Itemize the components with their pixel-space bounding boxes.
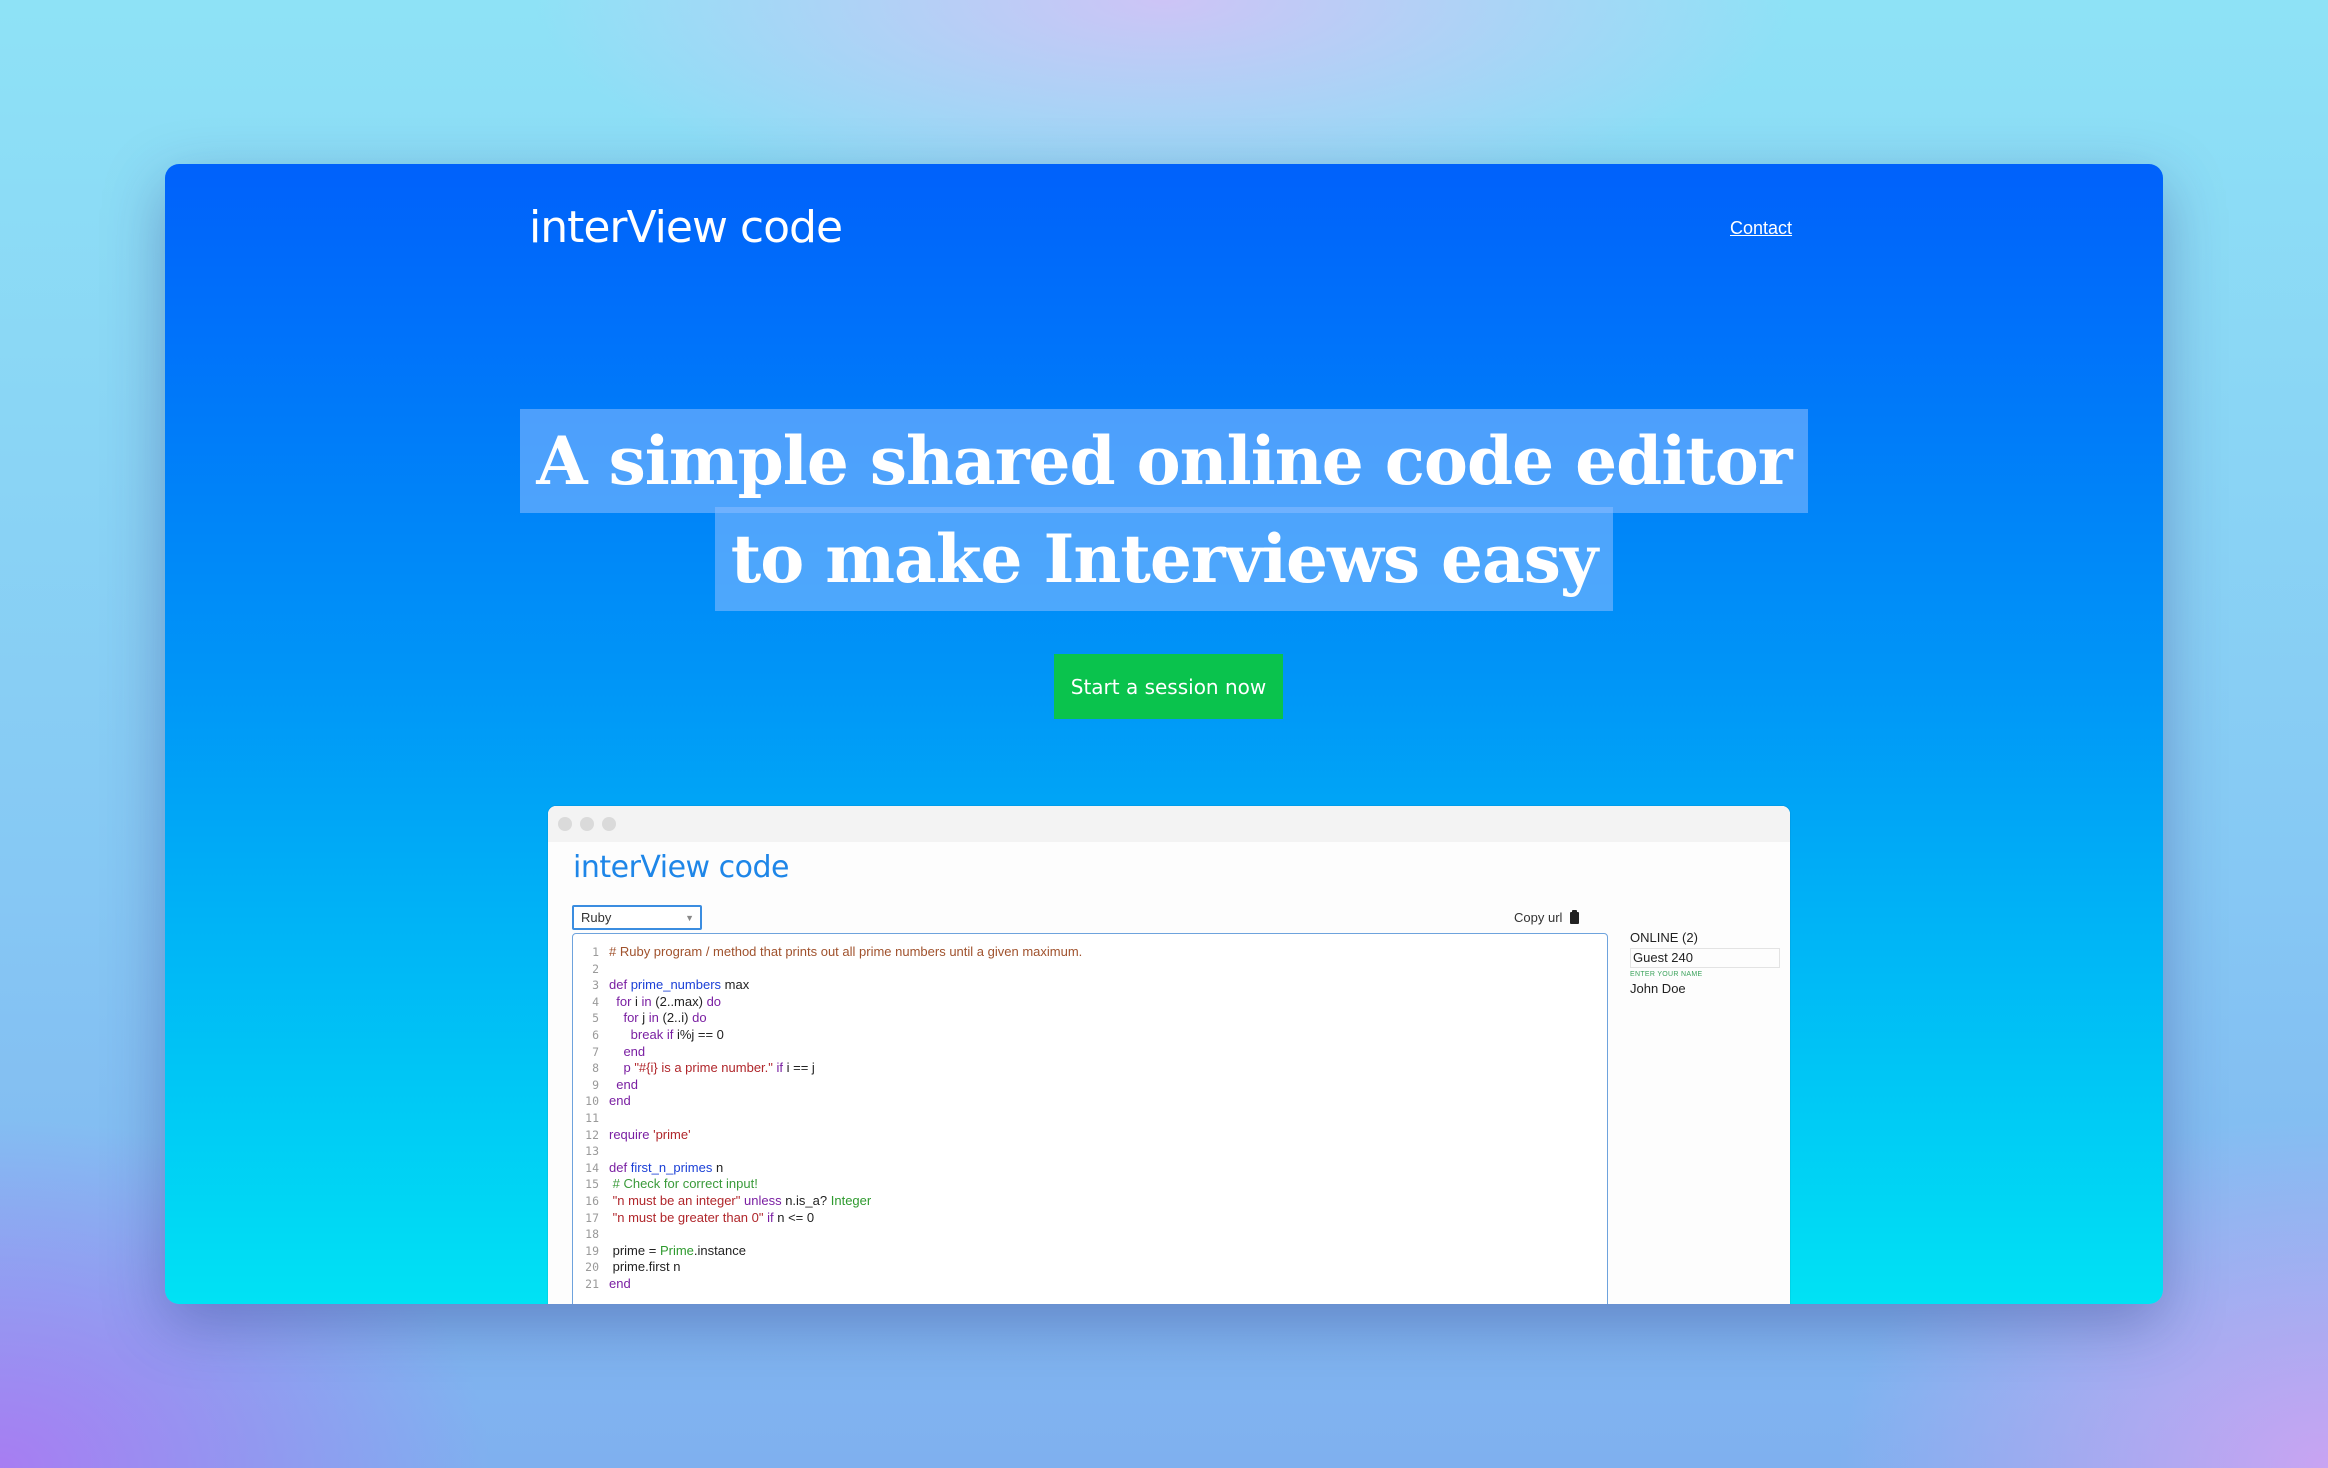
- code-line: 15 # Check for correct input!: [573, 1176, 1082, 1193]
- preview-titlebar: [548, 806, 1790, 842]
- name-hint: ENTER YOUR NAME: [1630, 971, 1703, 978]
- line-number: 5: [592, 1011, 599, 1026]
- preview-brand: interView code: [573, 850, 789, 885]
- language-select[interactable]: Ruby ▼: [572, 905, 702, 930]
- line-number: 15: [585, 1177, 599, 1192]
- code-line: 18: [573, 1226, 1082, 1243]
- code-text: end: [609, 1093, 631, 1109]
- line-number: 4: [592, 994, 599, 1009]
- line-number: 2: [592, 961, 599, 976]
- online-users-panel: ONLINE (2) Guest 240 ENTER YOUR NAME Joh…: [1630, 930, 1780, 996]
- code-text: def first_n_primes n: [609, 1159, 724, 1175]
- line-number: 17: [585, 1210, 599, 1225]
- line-number: 7: [592, 1044, 599, 1059]
- code-text: prime = Prime.instance: [609, 1242, 746, 1258]
- line-number: 6: [592, 1027, 599, 1042]
- window-minimize-dot: [580, 817, 594, 831]
- code-text: for j in (2..i) do: [623, 1010, 707, 1026]
- code-text: end: [623, 1043, 646, 1059]
- code-line: 19 prime = Prime.instance: [573, 1243, 1082, 1260]
- code-text: def prime_numbers max: [609, 977, 750, 993]
- code-text: # Ruby program / method that prints out …: [609, 944, 1083, 959]
- start-session-button[interactable]: Start a session now: [1054, 654, 1283, 719]
- line-number: 10: [585, 1094, 599, 1109]
- code-line: 2: [573, 961, 1082, 978]
- code-line: 11: [573, 1110, 1082, 1127]
- brand-logo[interactable]: interView code: [529, 202, 843, 253]
- hero-heading: A simple shared online code editor to ma…: [165, 409, 2163, 611]
- code-line: 4 for i in (2..max) do: [573, 994, 1082, 1011]
- code-line: 13: [573, 1143, 1082, 1160]
- language-select-value: Ruby: [581, 910, 612, 925]
- code-line: 17 "n must be greater than 0" if n <= 0: [573, 1210, 1082, 1227]
- line-number: 16: [585, 1193, 599, 1208]
- code-text: # Check for correct input!: [609, 1176, 758, 1192]
- code-line: 20 prime.first n: [573, 1259, 1082, 1276]
- chevron-down-icon: ▼: [685, 913, 694, 923]
- guest-name-field[interactable]: Guest 240: [1630, 948, 1780, 968]
- line-number: 21: [585, 1276, 599, 1291]
- window-maximize-dot: [602, 817, 616, 831]
- code-text: p "#{i} is a prime number." if i == j: [623, 1060, 815, 1076]
- code-line: 9 end: [573, 1077, 1082, 1094]
- code-line: 14 def first_n_primes n: [573, 1160, 1082, 1177]
- line-number: 20: [585, 1260, 599, 1275]
- online-count: ONLINE (2): [1630, 930, 1698, 945]
- line-number: 18: [585, 1227, 599, 1242]
- hero-line-1: A simple shared online code editor: [520, 409, 1808, 513]
- line-number: 8: [592, 1061, 599, 1076]
- clipboard-icon: [1570, 909, 1580, 924]
- code-text: "n must be an integer" unless n.is_a? In…: [612, 1192, 872, 1208]
- code-line: 10 end: [573, 1093, 1082, 1110]
- code-line: 8 p "#{i} is a prime number." if i == j: [573, 1060, 1082, 1077]
- code-line: 12 require 'prime': [573, 1127, 1082, 1144]
- editor-preview: interView code Ruby ▼ Copy url 1 # Ruby p…: [548, 806, 1790, 1304]
- line-number: 11: [585, 1110, 599, 1125]
- code-text: break if i%j == 0: [630, 1026, 724, 1042]
- code-lines: 1 # Ruby program / method that prints out…: [573, 944, 1082, 1292]
- code-text: end: [616, 1076, 638, 1092]
- code-text: for i in (2..max) do: [616, 993, 722, 1009]
- hero-line-2: to make Interviews easy: [714, 507, 1614, 611]
- code-line: 16 "n must be an integer" unless n.is_a?…: [573, 1193, 1082, 1210]
- code-line: 1 # Ruby program / method that prints out…: [573, 944, 1082, 961]
- code-line: 21 end: [573, 1276, 1082, 1293]
- line-number: 19: [585, 1243, 599, 1258]
- line-number: 14: [585, 1160, 599, 1175]
- line-number: 9: [592, 1077, 599, 1092]
- code-editor[interactable]: 1 # Ruby program / method that prints out…: [572, 933, 1608, 1304]
- window-close-dot: [558, 817, 572, 831]
- code-line: 5 for j in (2..i) do: [573, 1010, 1082, 1027]
- code-text: "n must be greater than 0" if n <= 0: [612, 1209, 815, 1225]
- copy-url-button[interactable]: Copy url: [1514, 909, 1580, 925]
- code-text: require 'prime': [609, 1126, 691, 1142]
- code-line: 6 break if i%j == 0: [573, 1027, 1082, 1044]
- line-number: 12: [585, 1127, 599, 1142]
- line-number: 13: [585, 1144, 599, 1159]
- copy-url-label: Copy url: [1514, 910, 1563, 925]
- online-user: John Doe: [1630, 981, 1686, 996]
- contact-link[interactable]: Contact: [1730, 218, 1792, 239]
- line-number: 3: [592, 978, 599, 993]
- code-line: 7 end: [573, 1044, 1082, 1061]
- code-text: end: [609, 1275, 631, 1291]
- app-window: interView code Contact A simple shared o…: [165, 164, 2163, 1304]
- code-text: prime.first n: [609, 1259, 681, 1275]
- line-number: 1: [592, 945, 599, 959]
- code-line: 3 def prime_numbers max: [573, 977, 1082, 994]
